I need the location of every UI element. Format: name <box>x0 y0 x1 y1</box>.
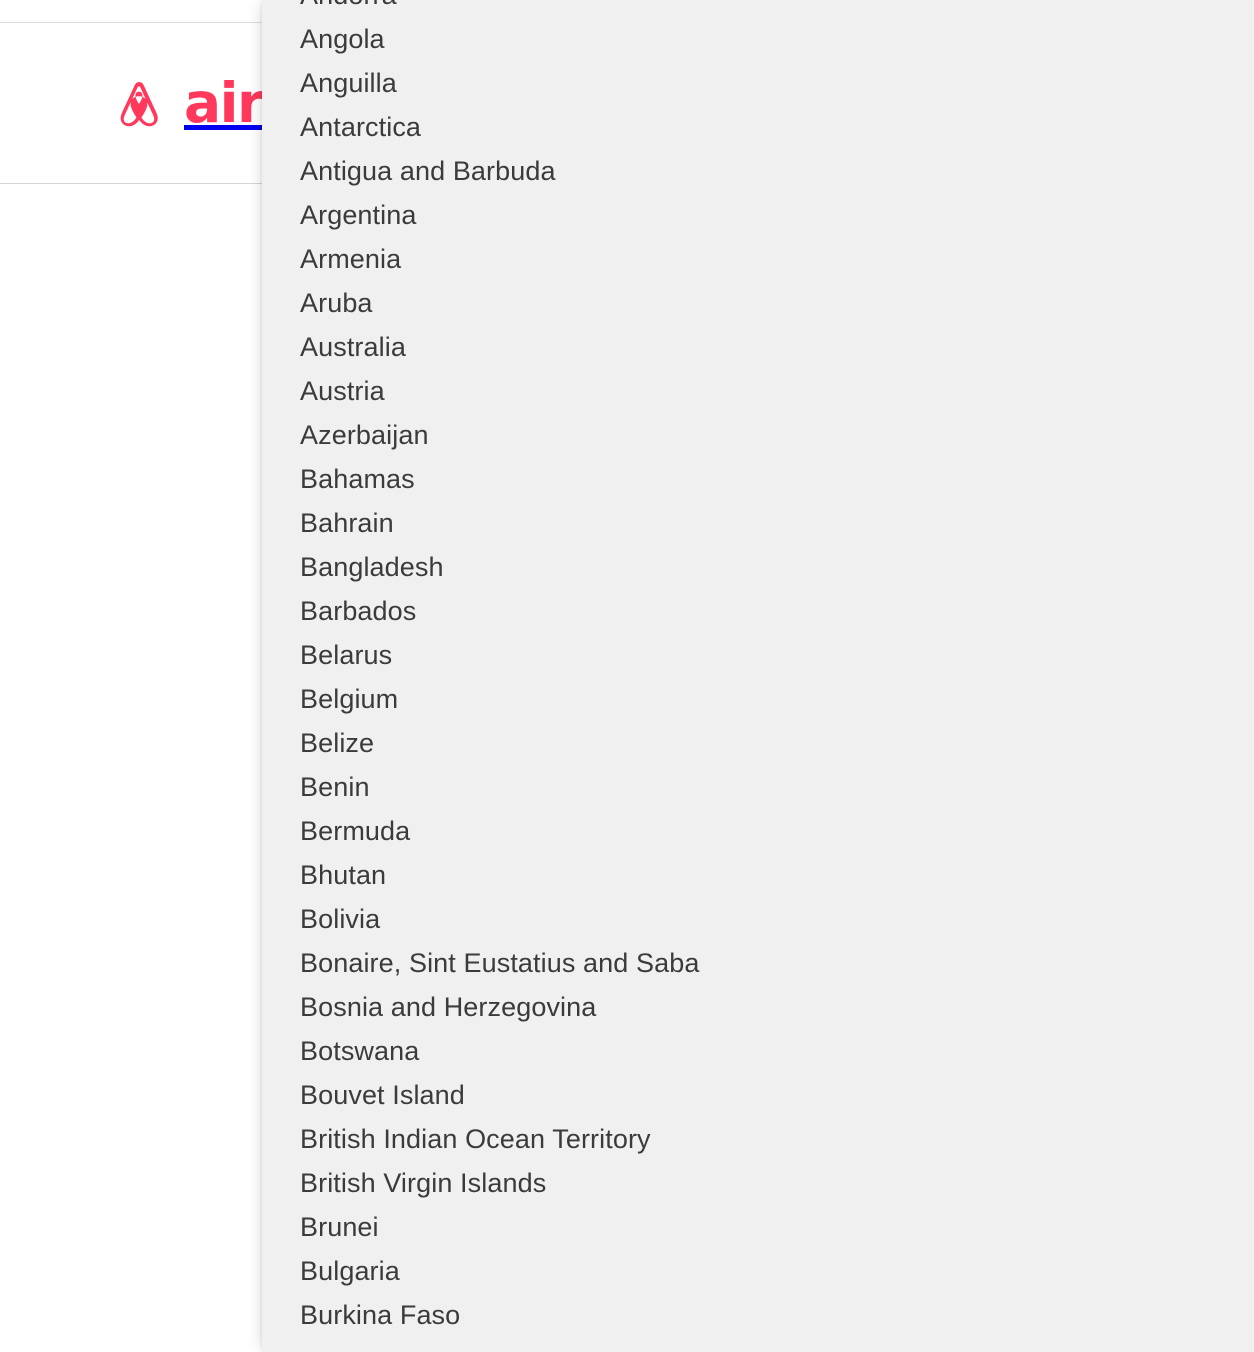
country-option[interactable]: Botswana <box>262 1029 1254 1073</box>
country-option[interactable]: Anguilla <box>262 61 1254 105</box>
country-option-list[interactable]: AndorraAngolaAnguillaAntarcticaAntigua a… <box>262 0 1254 1337</box>
country-option[interactable]: Armenia <box>262 237 1254 281</box>
country-option[interactable]: Australia <box>262 325 1254 369</box>
country-option[interactable]: Andorra <box>262 0 1254 17</box>
country-option[interactable]: Bermuda <box>262 809 1254 853</box>
country-option[interactable]: Antigua and Barbuda <box>262 149 1254 193</box>
country-option[interactable]: British Indian Ocean Territory <box>262 1117 1254 1161</box>
country-option[interactable]: Angola <box>262 17 1254 61</box>
country-option[interactable]: Austria <box>262 369 1254 413</box>
country-option[interactable]: Bosnia and Herzegovina <box>262 985 1254 1029</box>
country-option[interactable]: Barbados <box>262 589 1254 633</box>
airbnb-belo-icon <box>120 81 158 126</box>
country-option[interactable]: Bolivia <box>262 897 1254 941</box>
country-option[interactable]: Benin <box>262 765 1254 809</box>
country-option[interactable]: Antarctica <box>262 105 1254 149</box>
country-select-dropdown[interactable]: AndorraAngolaAnguillaAntarcticaAntigua a… <box>262 0 1254 1352</box>
country-option[interactable]: British Virgin Islands <box>262 1161 1254 1205</box>
country-option[interactable]: Bulgaria <box>262 1249 1254 1293</box>
country-option[interactable]: Belize <box>262 721 1254 765</box>
country-option[interactable]: Brunei <box>262 1205 1254 1249</box>
country-option[interactable]: Bhutan <box>262 853 1254 897</box>
country-option[interactable]: Bangladesh <box>262 545 1254 589</box>
country-option[interactable]: Bouvet Island <box>262 1073 1254 1117</box>
country-option[interactable]: Belarus <box>262 633 1254 677</box>
country-option[interactable]: Belgium <box>262 677 1254 721</box>
country-option[interactable]: Argentina <box>262 193 1254 237</box>
country-option[interactable]: Bonaire, Sint Eustatius and Saba <box>262 941 1254 985</box>
country-option[interactable]: Azerbaijan <box>262 413 1254 457</box>
country-option[interactable]: Aruba <box>262 281 1254 325</box>
country-option[interactable]: Bahamas <box>262 457 1254 501</box>
country-option[interactable]: Burkina Faso <box>262 1293 1254 1337</box>
country-option[interactable]: Bahrain <box>262 501 1254 545</box>
